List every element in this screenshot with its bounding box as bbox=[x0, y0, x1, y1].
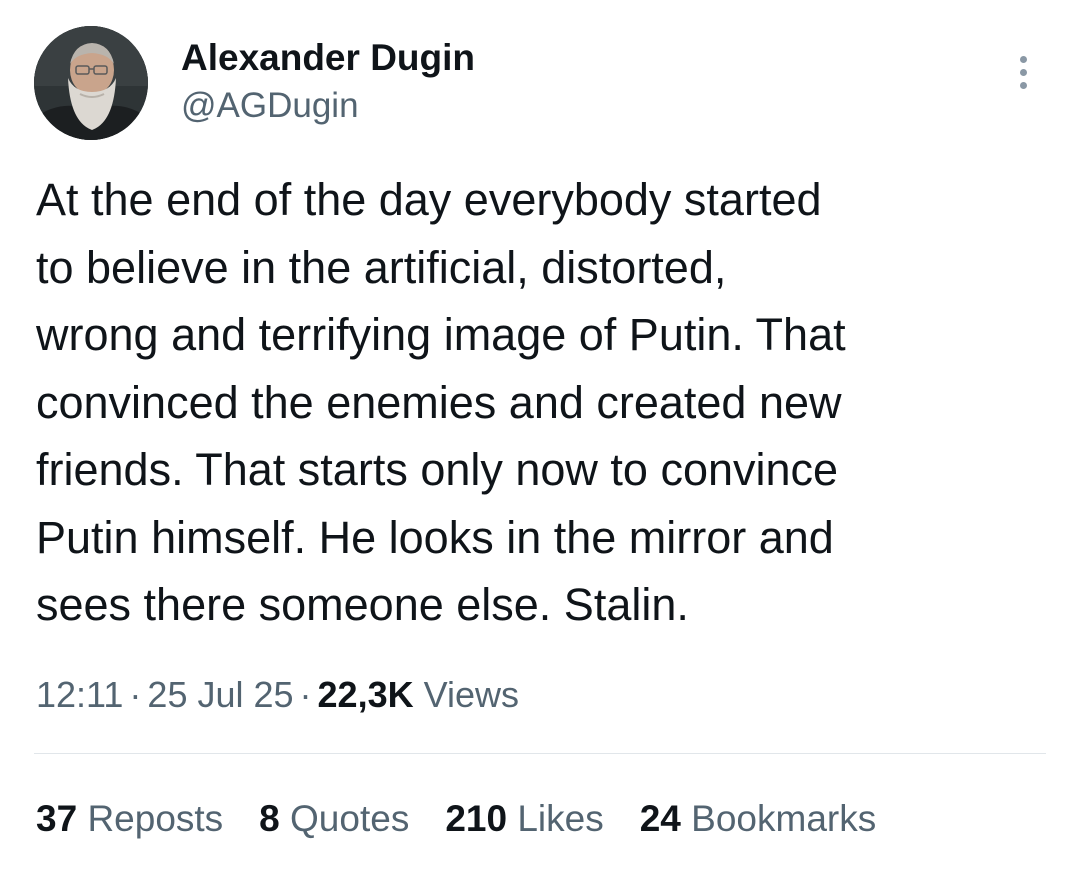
reposts-count: 37 bbox=[36, 798, 78, 839]
tweet-time[interactable]: 12:11 bbox=[36, 674, 123, 715]
divider bbox=[34, 753, 1046, 754]
author-name[interactable]: Alexander Dugin bbox=[181, 36, 475, 80]
more-vertical-icon-dot bbox=[1019, 68, 1027, 76]
reposts-label: Reposts bbox=[87, 798, 224, 839]
more-options-button[interactable] bbox=[1005, 50, 1041, 94]
bookmarks-label: Bookmarks bbox=[691, 798, 877, 839]
bookmarks-stat[interactable]: 24 Bookmarks bbox=[640, 796, 877, 842]
tweet-text: At the end of the day everybody started … bbox=[36, 174, 846, 630]
meta-separator: · bbox=[129, 674, 142, 715]
engagement-stats: 37 Reposts 8 Quotes 210 Likes 24 Bookmar… bbox=[36, 796, 912, 842]
meta-separator: · bbox=[299, 674, 312, 715]
bookmarks-count: 24 bbox=[639, 798, 681, 839]
likes-stat[interactable]: 210 Likes bbox=[445, 796, 603, 842]
tweet-card: Alexander Dugin @AGDugin At the end of t… bbox=[0, 0, 1080, 879]
views-label[interactable]: Views bbox=[424, 674, 519, 715]
likes-label: Likes bbox=[517, 798, 604, 839]
tweet-date[interactable]: 25 Jul 25 bbox=[147, 674, 293, 715]
views-count[interactable]: 22,3K bbox=[318, 674, 414, 715]
likes-count: 210 bbox=[445, 798, 508, 839]
quotes-label: Quotes bbox=[290, 798, 410, 839]
author-handle[interactable]: @AGDugin bbox=[181, 85, 359, 127]
quotes-stat[interactable]: 8 Quotes bbox=[259, 796, 409, 842]
quotes-count: 8 bbox=[259, 798, 280, 839]
more-vertical-icon bbox=[1019, 55, 1027, 63]
tweet-meta: 12:11 · 25 Jul 25 · 22,3K Views bbox=[36, 672, 519, 718]
avatar-image bbox=[34, 26, 148, 140]
reposts-stat[interactable]: 37 Reposts bbox=[36, 796, 223, 842]
more-vertical-icon-dot bbox=[1019, 81, 1027, 89]
avatar[interactable] bbox=[34, 26, 148, 140]
